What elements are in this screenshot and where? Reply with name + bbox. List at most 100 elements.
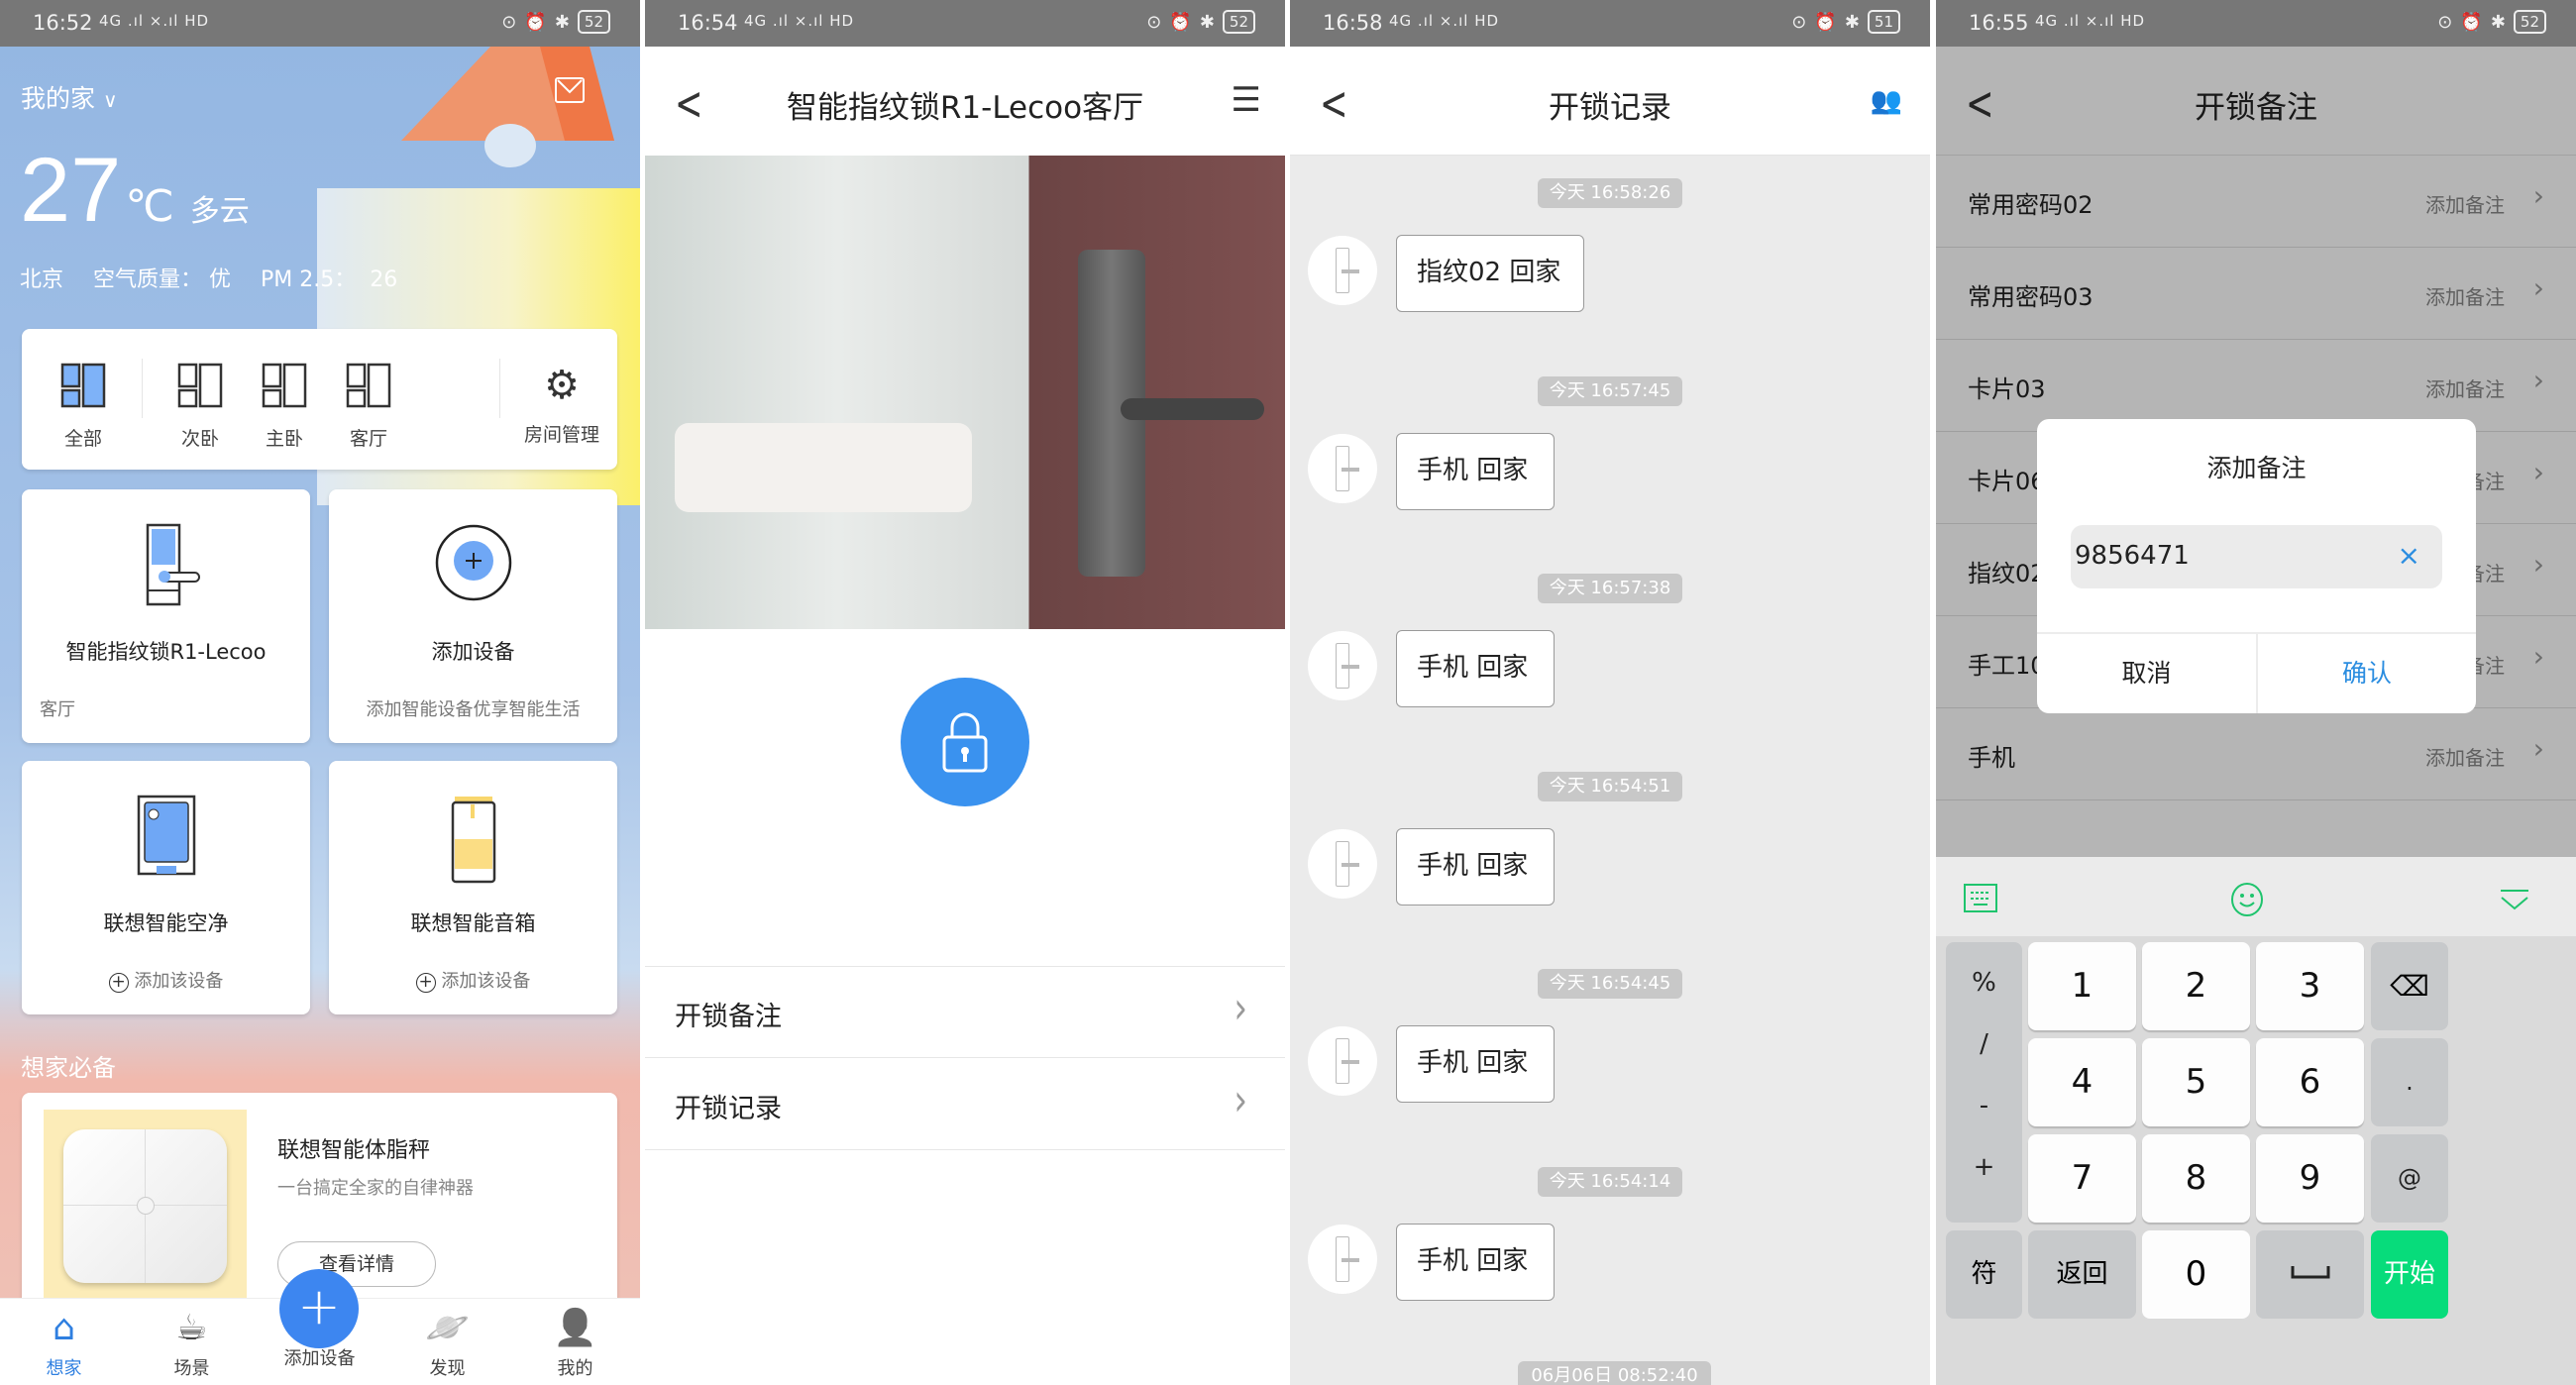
- device-name: 联想智能音箱: [410, 911, 536, 935]
- temperature: 27: [20, 140, 122, 241]
- battery-icon: 52: [1222, 10, 1255, 34]
- unlock-button[interactable]: [901, 678, 1029, 806]
- room-icon: [60, 363, 106, 408]
- add-this-device-button[interactable]: + 添加该设备: [329, 967, 617, 993]
- chevron-right-icon: ›: [1234, 1075, 1247, 1126]
- nav-item[interactable]: ☕ 场景: [128, 1309, 256, 1380]
- clear-icon[interactable]: ×: [2398, 539, 2420, 572]
- record-item: 今天 16:54:51 手机 回家: [1290, 771, 1930, 930]
- room-icon: [262, 363, 307, 408]
- back-key[interactable]: 返回: [2028, 1230, 2136, 1319]
- device-name: 添加设备: [431, 640, 515, 664]
- backspace-icon: ⌫: [2390, 970, 2429, 1003]
- promo-title: 联想智能体脂秤: [277, 1138, 431, 1163]
- signal-icon: 4G .ıl ×.ıl HD: [1389, 12, 1500, 30]
- digit-key[interactable]: 3: [2256, 942, 2364, 1030]
- symbol-key[interactable]: -: [1946, 1075, 2022, 1136]
- unlock-records-screen: 16:58 4G .ıl ×.ıl HD ⊙ ⏰ ✱ 51 < 开锁记录 👥 今天 1…: [1290, 0, 1930, 1385]
- nav-item[interactable]: ⌂ 想家: [0, 1309, 128, 1380]
- keyboard-icon[interactable]: [1964, 884, 1997, 913]
- menu-label: 开锁记录: [675, 1094, 782, 1124]
- chevron-right-icon: ›: [1234, 983, 1247, 1034]
- menu-label: 开锁备注: [675, 1002, 782, 1032]
- digit-key[interactable]: 7: [2028, 1134, 2136, 1223]
- room-label: 全部: [63, 428, 102, 450]
- unlock-notes-screen: 16:55 4G .ıl ×.ıl HD ⊙ ⏰ ✱ 52 < 开锁备注 常用密码02…: [1936, 0, 2576, 1385]
- nav-label: 我的: [557, 1358, 593, 1379]
- status-time: 16:58: [1323, 11, 1383, 35]
- users-icon[interactable]: 👥: [1871, 86, 1902, 116]
- emoji-icon[interactable]: [2230, 882, 2264, 917]
- digit-key[interactable]: 6: [2256, 1038, 2364, 1126]
- symbol-key[interactable]: %: [1946, 952, 2022, 1013]
- record-time: 今天 16:57:45: [1538, 375, 1682, 406]
- lock-product-image: [645, 156, 1285, 629]
- message-icon[interactable]: [555, 77, 585, 103]
- chevron-down-icon: ∨: [102, 88, 118, 112]
- plus-circle-icon: +: [108, 973, 129, 993]
- backspace-key[interactable]: ⌫: [2371, 942, 2448, 1030]
- room-tab[interactable]: 全部: [44, 363, 123, 451]
- add-this-device-button[interactable]: + 添加该设备: [22, 967, 310, 993]
- space-key[interactable]: [2256, 1230, 2364, 1319]
- device-card[interactable]: 智能指纹锁R1-Lecoo 客厅: [22, 489, 310, 743]
- record-bubble: 手机 回家: [1396, 1223, 1555, 1301]
- divider: [499, 359, 500, 418]
- lock-menu-item[interactable]: 开锁记录 ›: [645, 1059, 1285, 1150]
- hide-keyboard-icon[interactable]: [2499, 889, 2530, 912]
- device-card[interactable]: 联想智能音箱 + 添加该设备: [329, 761, 617, 1014]
- cancel-button[interactable]: 取消: [2037, 634, 2256, 713]
- go-key[interactable]: 开始: [2371, 1230, 2448, 1319]
- record-time: 今天 16:54:14: [1538, 1166, 1682, 1197]
- nav-item[interactable]: 👤 我的: [511, 1309, 639, 1380]
- add-device-fab[interactable]: +: [279, 1269, 359, 1348]
- record-time: 今天 16:57:38: [1538, 574, 1682, 603]
- room-tab[interactable]: 客厅: [329, 363, 408, 451]
- digit-key[interactable]: 5: [2142, 1038, 2250, 1126]
- lock-rotation-icon: ⊙: [1146, 11, 1162, 33]
- room-label: 次卧: [180, 428, 219, 450]
- lock-detail-screen: 16:54 4G .ıl ×.ıl HD ⊙ ⏰ ✱ 52 < 智能指纹锁R1-Lec…: [645, 0, 1285, 1385]
- symbol-key[interactable]: /: [1946, 1013, 2022, 1075]
- home-selector[interactable]: 我的家 ∨: [21, 79, 118, 115]
- lock-menu-item[interactable]: 开锁备注 ›: [645, 967, 1285, 1058]
- divider: [142, 359, 143, 418]
- air-quality: 空气质量： 优: [93, 267, 232, 292]
- symbol-column: % / - +: [1946, 942, 2022, 1223]
- symbol-key[interactable]: +: [1946, 1136, 2022, 1198]
- device-card[interactable]: 联想智能空净 + 添加该设备: [22, 761, 310, 1014]
- plus-circle-icon: +: [415, 973, 436, 993]
- add-note-dialog: 添加备注 9856471 × 取消 确认: [2037, 419, 2476, 713]
- dialog-title: 添加备注: [2206, 454, 2307, 482]
- bluetooth-icon: ✱: [554, 11, 570, 33]
- nav-item[interactable]: 🪐 发现: [383, 1309, 511, 1380]
- digit-key[interactable]: 9: [2256, 1134, 2364, 1223]
- lock-rotation-icon: ⊙: [2437, 11, 2453, 33]
- room-icon: [346, 363, 391, 408]
- digit-key[interactable]: 8: [2142, 1134, 2250, 1223]
- room-tab[interactable]: 次卧: [161, 363, 240, 451]
- symbol-key[interactable]: .: [2371, 1038, 2448, 1126]
- room-icon: [177, 363, 223, 408]
- digit-key[interactable]: 4: [2028, 1038, 2136, 1126]
- space-icon: [2291, 1266, 2329, 1279]
- digit-key[interactable]: 1: [2028, 942, 2136, 1030]
- signal-icon: 4G .ıl ×.ıl HD: [2035, 12, 2146, 30]
- digit-key[interactable]: 0: [2142, 1230, 2250, 1319]
- header: < 开锁记录 👥: [1290, 47, 1930, 156]
- status-bar: 16:55 4G .ıl ×.ıl HD ⊙ ⏰ ✱ 52: [1936, 0, 2576, 47]
- menu-icon[interactable]: ☰: [1232, 80, 1261, 120]
- symbols-key[interactable]: 符: [1946, 1230, 2022, 1319]
- bluetooth-icon: ✱: [1844, 11, 1860, 33]
- room-manage-button[interactable]: ⚙ 房间管理: [512, 363, 611, 447]
- status-time: 16:52: [33, 11, 93, 35]
- symbol-key[interactable]: @: [2371, 1134, 2448, 1223]
- status-bar: 16:52 4G .ıl ×.ıl HD ⊙ ⏰ ✱ 52: [0, 0, 640, 47]
- note-input[interactable]: 9856471 ×: [2071, 525, 2442, 588]
- room-tab[interactable]: 主卧: [245, 363, 324, 451]
- digit-key[interactable]: 2: [2142, 942, 2250, 1030]
- confirm-button[interactable]: 确认: [2258, 634, 2476, 713]
- device-card[interactable]: 添加设备 添加智能设备优享智能生活: [329, 489, 617, 743]
- alarm-icon: ⏰: [2460, 11, 2483, 33]
- home-screen: 16:52 4G .ıl ×.ıl HD ⊙ ⏰ ✱ 52 我的家 ∨ 27 ℃ 多云…: [0, 0, 640, 1385]
